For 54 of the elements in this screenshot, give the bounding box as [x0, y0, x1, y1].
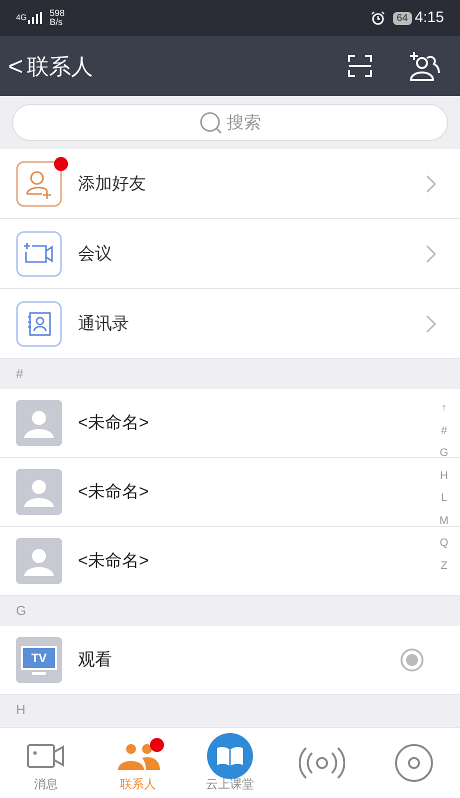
- chevron-icon: [426, 244, 436, 262]
- section-header: H: [16, 701, 26, 720]
- address-book-icon: [16, 300, 62, 346]
- search-icon: [199, 110, 223, 134]
- alarm-icon: [370, 11, 385, 25]
- page-title: 联系人: [27, 52, 94, 80]
- tab[interactable]: 联系人: [92, 728, 184, 798]
- avatar-icon: [16, 400, 62, 446]
- index-letter[interactable]: G: [440, 445, 448, 462]
- add-contact-icon[interactable]: [408, 51, 440, 81]
- menu-label: 会议: [78, 242, 113, 265]
- contact-name: <未命名>: [78, 550, 150, 572]
- contact-name: <未命名>: [78, 481, 150, 504]
- index-letter[interactable]: H: [440, 468, 448, 485]
- contact-name: 观看: [78, 649, 113, 672]
- index-letter[interactable]: M: [439, 512, 449, 530]
- network-label: 4G: [16, 12, 27, 24]
- index-letter[interactable]: #: [440, 422, 448, 440]
- disc-icon: [394, 743, 434, 783]
- menu-label: 通讯录: [78, 312, 130, 335]
- index-letter[interactable]: L: [440, 490, 448, 508]
- index-letter[interactable]: Z: [440, 558, 448, 575]
- video-camera-icon: [26, 742, 66, 770]
- tv-icon: TV: [16, 637, 62, 683]
- speed-value: 598: [50, 9, 65, 18]
- signal-icon: [28, 12, 42, 24]
- record-icon: [400, 648, 424, 672]
- speed-unit: B/s: [50, 18, 64, 27]
- section-header: G: [16, 602, 26, 620]
- back-button[interactable]: <: [4, 53, 28, 79]
- battery-icon: 64: [392, 12, 412, 24]
- tab[interactable]: 云上课堂: [184, 728, 276, 798]
- tab[interactable]: 消息: [0, 728, 92, 798]
- avatar-icon: [16, 538, 62, 584]
- contact-row[interactable]: <未命名>: [0, 458, 424, 526]
- section-header: #: [16, 365, 24, 384]
- contact-name: <未命名>: [78, 412, 150, 434]
- book-icon: [207, 733, 253, 779]
- search-field[interactable]: 搜索: [12, 104, 448, 141]
- clock-time: 4:15: [414, 8, 444, 28]
- chevron-icon: [426, 174, 436, 192]
- menu-row[interactable]: 添加好友: [0, 149, 460, 219]
- contact-row[interactable]: <未命名>: [0, 389, 424, 457]
- scan-icon[interactable]: [348, 55, 372, 77]
- menu-row[interactable]: 会议: [0, 219, 460, 289]
- index-letter[interactable]: Q: [440, 535, 448, 552]
- menu-row[interactable]: 通讯录: [0, 289, 460, 359]
- index-letter[interactable]: ↑: [441, 400, 447, 418]
- menu-label: 添加好友: [78, 172, 147, 195]
- chevron-icon: [426, 314, 436, 332]
- camera-icon: [16, 230, 62, 276]
- avatar-icon: [16, 469, 62, 515]
- add-person-icon: [16, 160, 62, 206]
- contact-row[interactable]: <未命名>: [0, 527, 424, 595]
